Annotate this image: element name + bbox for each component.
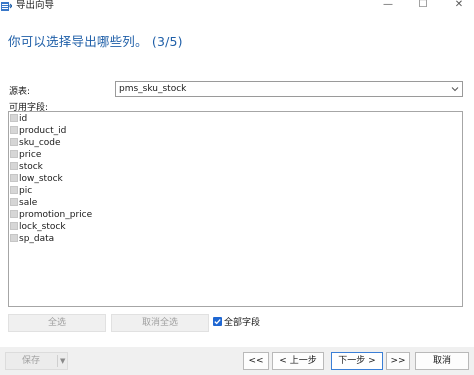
list-item[interactable]: sale bbox=[10, 197, 37, 209]
field-name: promotion_price bbox=[19, 210, 93, 220]
chevron-down-icon bbox=[451, 87, 459, 92]
checkbox-icon[interactable] bbox=[10, 210, 18, 218]
checkbox-icon[interactable] bbox=[10, 234, 18, 242]
checkbox-icon[interactable] bbox=[10, 186, 18, 194]
export-wizard-icon bbox=[1, 2, 12, 11]
field-name: price bbox=[19, 150, 42, 160]
first-step-button[interactable]: << bbox=[243, 352, 269, 370]
checkbox-icon[interactable] bbox=[10, 162, 18, 170]
close-button[interactable]: ✕ bbox=[446, 0, 472, 13]
select-all-button[interactable]: 全选 bbox=[8, 314, 106, 332]
field-name: product_id bbox=[19, 126, 67, 136]
source-table-select[interactable]: pms_sku_stock bbox=[115, 81, 463, 97]
field-name: sale bbox=[19, 198, 38, 208]
last-step-button[interactable]: >> bbox=[386, 352, 410, 370]
minimize-button[interactable]: — bbox=[375, 0, 401, 13]
list-item[interactable]: sp_data bbox=[10, 233, 54, 245]
checkbox-icon[interactable] bbox=[10, 138, 18, 146]
list-item[interactable]: lock_stock bbox=[10, 221, 66, 233]
list-item[interactable]: id bbox=[10, 113, 27, 125]
maximize-button[interactable]: ☐ bbox=[410, 0, 436, 13]
field-name: stock bbox=[19, 162, 43, 172]
cancel-button[interactable]: 取消 bbox=[415, 352, 469, 370]
field-name: lock_stock bbox=[19, 222, 66, 232]
previous-step-button[interactable]: < 上一步 bbox=[272, 352, 324, 370]
all-fields-label: 全部字段 bbox=[224, 318, 261, 328]
field-name: pic bbox=[19, 186, 33, 196]
source-label: 源表: bbox=[9, 87, 31, 97]
field-name: low_stock bbox=[19, 174, 63, 184]
list-item[interactable]: sku_code bbox=[10, 137, 61, 149]
checkbox-icon[interactable] bbox=[10, 150, 18, 158]
next-step-button[interactable]: 下一步 > bbox=[331, 352, 383, 370]
list-item[interactable]: price bbox=[10, 149, 41, 161]
split-divider bbox=[57, 355, 58, 367]
page-title: 你可以选择导出哪些列。 (3/5) bbox=[8, 34, 183, 49]
field-name: sp_data bbox=[19, 234, 55, 244]
list-item[interactable]: low_stock bbox=[10, 173, 63, 185]
footer-bar: 保存 ▼ << < 上一步 下一步 > >> 取消 bbox=[0, 347, 474, 375]
chevron-down-icon[interactable]: ▼ bbox=[60, 353, 65, 369]
checkbox-checked-icon[interactable] bbox=[213, 317, 222, 326]
save-label: 保存 bbox=[21, 356, 40, 366]
checkbox-icon[interactable] bbox=[10, 114, 18, 122]
list-item[interactable]: pic bbox=[10, 185, 32, 197]
source-table-value: pms_sku_stock bbox=[119, 84, 187, 94]
field-name: id bbox=[19, 114, 28, 124]
list-item[interactable]: stock bbox=[10, 161, 43, 173]
checkbox-icon[interactable] bbox=[10, 198, 18, 206]
field-list[interactable]: id product_id sku_code price stock low_s… bbox=[8, 111, 463, 307]
field-name: sku_code bbox=[19, 138, 61, 148]
window-title: 导出向导 bbox=[16, 0, 55, 11]
checkbox-icon[interactable] bbox=[10, 126, 18, 134]
deselect-all-button[interactable]: 取消全选 bbox=[111, 314, 209, 332]
list-item[interactable]: product_id bbox=[10, 125, 66, 137]
list-item[interactable]: promotion_price bbox=[10, 209, 92, 221]
checkbox-icon[interactable] bbox=[10, 222, 18, 230]
all-fields-toggle[interactable]: 全部字段 bbox=[213, 317, 260, 329]
checkbox-icon[interactable] bbox=[10, 174, 18, 182]
title-bar: 导出向导 — ☐ ✕ bbox=[0, 0, 474, 15]
save-button[interactable]: 保存 ▼ bbox=[5, 352, 68, 370]
